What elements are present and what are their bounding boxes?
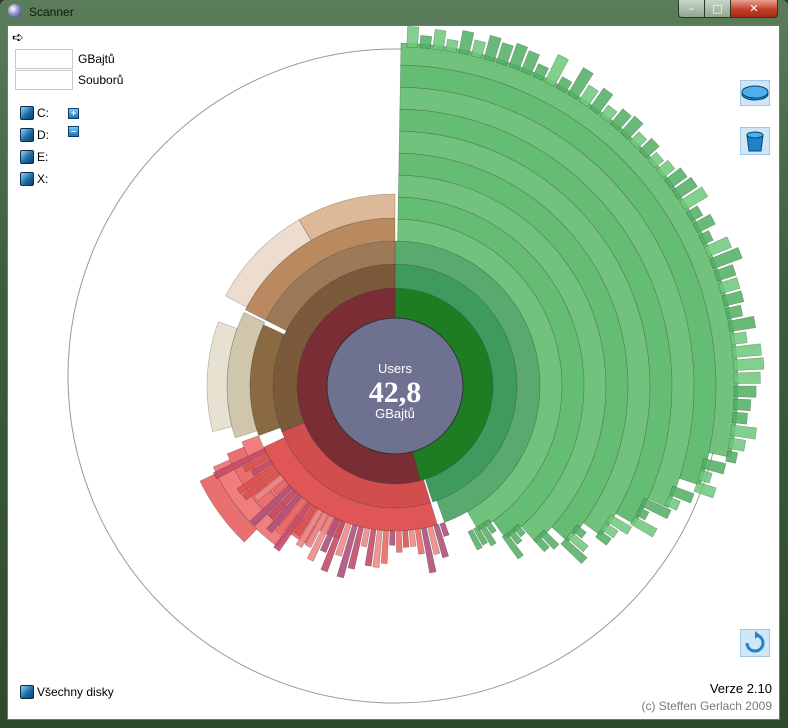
refresh-button[interactable] bbox=[739, 628, 771, 658]
drive-label: C: bbox=[37, 106, 49, 120]
files-field bbox=[15, 70, 73, 90]
close-button[interactable]: ✕ bbox=[730, 0, 778, 18]
window-title: Scanner bbox=[29, 5, 74, 19]
title-bar[interactable]: Scanner – □ ✕ bbox=[0, 0, 788, 24]
segment-green[interactable] bbox=[731, 411, 749, 425]
drive-label: D: bbox=[37, 128, 49, 142]
drive-label: E: bbox=[37, 150, 49, 164]
all-drives-button[interactable]: Všechny disky bbox=[20, 685, 114, 699]
segment-green[interactable] bbox=[732, 398, 752, 412]
drive-label: X: bbox=[37, 172, 49, 186]
app-icon bbox=[8, 4, 22, 18]
size-unit-label: GBajtů bbox=[78, 52, 115, 66]
size-field bbox=[15, 49, 73, 69]
copyright-label: (c) Steffen Gerlach 2009 bbox=[641, 699, 772, 713]
drive-icon bbox=[20, 172, 34, 186]
trash-button[interactable] bbox=[739, 126, 771, 156]
segment-green[interactable] bbox=[733, 371, 761, 384]
drive-icon bbox=[20, 150, 34, 164]
drive-icon bbox=[20, 106, 34, 120]
minimize-button[interactable]: – bbox=[678, 0, 705, 18]
segment-green[interactable] bbox=[731, 343, 762, 358]
drive-x[interactable]: X: bbox=[20, 172, 48, 186]
drive-icon bbox=[20, 128, 34, 142]
all-drives-label: Všechny disky bbox=[37, 685, 114, 699]
center-folder-label: Users bbox=[378, 361, 412, 376]
drive-e[interactable]: E: bbox=[20, 150, 48, 164]
app-window: Scanner – □ ✕ Users 42,8 GBajtů ➪ GBajtů S… bbox=[0, 0, 788, 728]
center-size-value: 42,8 bbox=[369, 376, 422, 409]
segment-green[interactable] bbox=[729, 331, 748, 346]
segment-green[interactable] bbox=[733, 385, 757, 398]
trash-icon bbox=[740, 127, 770, 155]
segment-red[interactable] bbox=[402, 530, 410, 548]
drive-icon bbox=[20, 685, 34, 699]
segment-green[interactable] bbox=[419, 35, 433, 50]
files-label: Souborů bbox=[78, 73, 124, 87]
drive-c[interactable]: C: bbox=[20, 106, 49, 120]
refresh-icon bbox=[740, 629, 770, 657]
segment-green[interactable] bbox=[732, 357, 765, 371]
segment-green[interactable] bbox=[445, 38, 459, 53]
drive-d[interactable]: D: bbox=[20, 128, 49, 142]
client-area: Users 42,8 GBajtů ➪ GBajtů Souborů C: D: E… bbox=[7, 25, 780, 720]
segment-green[interactable] bbox=[727, 315, 756, 333]
zoom-in-button[interactable]: + bbox=[68, 108, 79, 119]
version-label: Verze 2.10 bbox=[709, 681, 772, 696]
center-unit-label: GBajtů bbox=[375, 406, 415, 421]
maximize-button[interactable]: □ bbox=[704, 0, 731, 18]
disk-view-button[interactable] bbox=[739, 78, 771, 108]
disk-icon bbox=[740, 80, 770, 106]
zoom-out-button[interactable]: – bbox=[68, 126, 79, 137]
segment-red[interactable] bbox=[395, 530, 403, 553]
sunburst-chart[interactable]: Users42,8GBajtů bbox=[8, 26, 779, 719]
arrow-right-icon[interactable]: ➪ bbox=[12, 29, 24, 46]
segment-green[interactable] bbox=[406, 26, 420, 49]
segment-red[interactable] bbox=[389, 530, 396, 546]
segment-green[interactable] bbox=[725, 450, 739, 464]
